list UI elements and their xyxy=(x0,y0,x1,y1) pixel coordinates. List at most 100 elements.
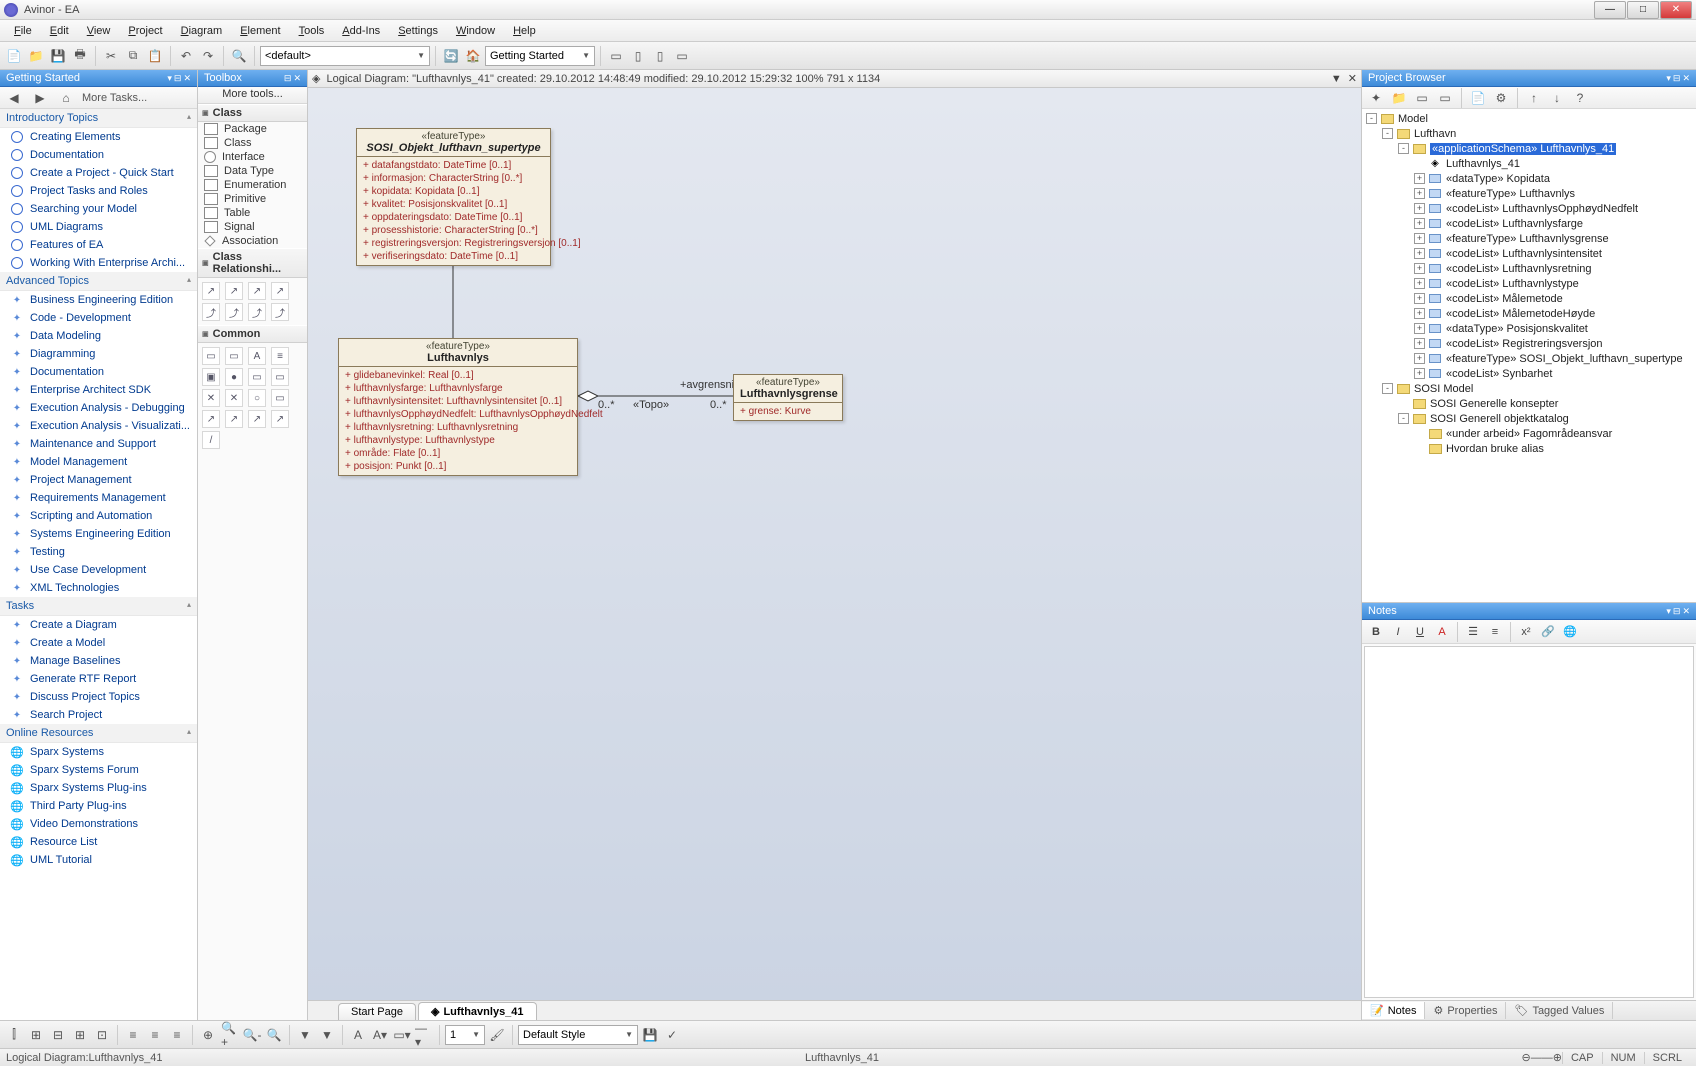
tree-node[interactable]: +«codeList» Synbarhet xyxy=(1362,366,1696,381)
gs-item[interactable]: Code - Development xyxy=(0,309,197,327)
home-icon[interactable]: 🏠 xyxy=(463,46,483,66)
section-introductory-topics[interactable]: Introductory Topics▴ xyxy=(0,109,197,128)
redo-icon[interactable]: ↷ xyxy=(198,46,218,66)
pb-gear-icon[interactable]: ⚙ xyxy=(1491,88,1511,108)
tree-expander-icon[interactable]: + xyxy=(1414,338,1425,349)
tb-common-section[interactable]: ▣Common xyxy=(198,325,307,343)
bt-zoomout-icon[interactable]: 🔍- xyxy=(242,1025,262,1045)
toolbox-interface[interactable]: Interface xyxy=(198,150,307,164)
gs-item[interactable]: XML Technologies xyxy=(0,579,197,597)
gs-item[interactable]: UML Tutorial xyxy=(0,851,197,869)
gs-item[interactable]: Manage Baselines xyxy=(0,652,197,670)
window-icon[interactable]: ▭ xyxy=(606,46,626,66)
pb-pin-icon[interactable]: ▾ xyxy=(1666,73,1671,84)
pb-min-icon[interactable]: ⊟ xyxy=(1673,73,1681,84)
tree-node[interactable]: +«featureType» SOSI_Objekt_lufthavn_supe… xyxy=(1362,351,1696,366)
c4-icon[interactable]: ≡ xyxy=(271,347,289,365)
back-icon[interactable]: ◀ xyxy=(4,88,24,108)
diag-close-icon[interactable]: ✕ xyxy=(1348,72,1357,85)
c14-icon[interactable]: ↗ xyxy=(225,410,243,428)
gs-item[interactable]: Features of EA xyxy=(0,236,197,254)
tree-expander-icon[interactable]: - xyxy=(1382,128,1393,139)
bt-save-icon[interactable]: 💾 xyxy=(640,1025,660,1045)
fwd-icon[interactable]: ▶ xyxy=(30,88,50,108)
pb-close-icon[interactable]: ✕ xyxy=(1682,73,1690,84)
underline-icon[interactable]: U xyxy=(1410,623,1430,641)
tree-expander-icon[interactable]: + xyxy=(1414,353,1425,364)
tree-node[interactable]: -«applicationSchema» Lufthavnlys_41 xyxy=(1362,141,1696,156)
uml-class-supertype[interactable]: «featureType» SOSI_Objekt_lufthavn_super… xyxy=(356,128,551,266)
gs-item[interactable]: Project Management xyxy=(0,471,197,489)
tree-node[interactable]: «under arbeid» Fagområdeansvar xyxy=(1362,426,1696,441)
tree-node[interactable]: +«dataType» Posisjonskvalitet xyxy=(1362,321,1696,336)
c9-icon[interactable]: ✕ xyxy=(202,389,220,407)
gs-item[interactable]: Execution Analysis - Visualizati... xyxy=(0,417,197,435)
menu-settings[interactable]: Settings xyxy=(390,23,446,39)
bt-apply-icon[interactable]: ✓ xyxy=(662,1025,682,1045)
c13-icon[interactable]: ↗ xyxy=(202,410,220,428)
tree-expander-icon[interactable]: - xyxy=(1366,113,1377,124)
tree-node[interactable]: +«codeList» MålemetodeHøyde xyxy=(1362,306,1696,321)
pb-doc-icon[interactable]: 📄 xyxy=(1468,88,1488,108)
gs-item[interactable]: Execution Analysis - Debugging xyxy=(0,399,197,417)
tree-node[interactable]: +«codeList» LufthavnlysOpphøydNedfelt xyxy=(1362,201,1696,216)
line-width-dropdown[interactable]: 1▼ xyxy=(445,1025,485,1045)
pb-help-icon[interactable]: ? xyxy=(1570,88,1590,108)
gs-item[interactable]: Searching your Model xyxy=(0,200,197,218)
new-icon[interactable]: 📄 xyxy=(4,46,24,66)
gs-item[interactable]: Documentation xyxy=(0,146,197,164)
section-advanced-topics[interactable]: Advanced Topics▴ xyxy=(0,272,197,291)
gs-item[interactable]: Enterprise Architect SDK xyxy=(0,381,197,399)
c2-icon[interactable]: ▭ xyxy=(225,347,243,365)
c3-icon[interactable]: A xyxy=(248,347,266,365)
tree-node[interactable]: Hvordan bruke alias xyxy=(1362,441,1696,456)
c7-icon[interactable]: ▭ xyxy=(248,368,266,386)
rel-arrow3-icon[interactable]: ↗ xyxy=(248,282,266,300)
nt-close-icon[interactable]: ✕ xyxy=(1682,606,1690,617)
notes-textarea[interactable] xyxy=(1364,646,1694,998)
toolbox-primitive[interactable]: Primitive xyxy=(198,192,307,206)
tab-tagged-values[interactable]: 🏷Tagged Values xyxy=(1506,1002,1613,1019)
tab-properties[interactable]: ⚙Properties xyxy=(1425,1002,1506,1019)
copy-icon[interactable]: ⧉ xyxy=(123,46,143,66)
toolbox-data-type[interactable]: Data Type xyxy=(198,164,307,178)
tab-current-diagram[interactable]: ◈Lufthavnlys_41 xyxy=(418,1002,537,1020)
menu-view[interactable]: View xyxy=(79,23,119,39)
tree-node[interactable]: +«codeList» Lufthavnlysretning xyxy=(1362,261,1696,276)
diagram-canvas[interactable]: 0..* 0..* +avgrensning «Topo» «featureTy… xyxy=(308,88,1361,1000)
tree-node[interactable]: +«codeList» Lufthavnlysfarge xyxy=(1362,216,1696,231)
c11-icon[interactable]: ○ xyxy=(248,389,266,407)
tree-expander-icon[interactable]: - xyxy=(1398,413,1409,424)
home2-icon[interactable]: ⌂ xyxy=(56,88,76,108)
project-tree[interactable]: -Model-Lufthavn-«applicationSchema» Luft… xyxy=(1362,109,1696,603)
search-icon[interactable]: 🔍 xyxy=(229,46,249,66)
tree-expander-icon[interactable]: + xyxy=(1414,368,1425,379)
list-icon[interactable]: ☰ xyxy=(1463,623,1483,641)
gs-item[interactable]: Create a Project - Quick Start xyxy=(0,164,197,182)
close-button[interactable]: ✕ xyxy=(1660,1,1692,19)
rel-arrow7-icon[interactable]: ⤴ xyxy=(248,303,266,321)
gs-item[interactable]: Generate RTF Report xyxy=(0,670,197,688)
pb-diag-icon[interactable]: ▭ xyxy=(1412,88,1432,108)
c10-icon[interactable]: ✕ xyxy=(225,389,243,407)
pin-icon[interactable]: ▾ xyxy=(167,73,172,84)
tree-expander-icon[interactable]: + xyxy=(1414,323,1425,334)
bt-fillcolor-icon[interactable]: ▭▾ xyxy=(392,1025,412,1045)
zoom-slider-icon[interactable]: ⊖——⊕ xyxy=(1522,1051,1562,1064)
tree-node[interactable]: SOSI Generelle konsepter xyxy=(1362,396,1696,411)
toolbox-signal[interactable]: Signal xyxy=(198,220,307,234)
gs-item[interactable]: Project Tasks and Roles xyxy=(0,182,197,200)
gs-item[interactable]: Diagramming xyxy=(0,345,197,363)
more-tools-link[interactable]: More tools... xyxy=(198,87,307,104)
gs-item[interactable]: Create a Diagram xyxy=(0,616,197,634)
gs-item[interactable]: Video Demonstrations xyxy=(0,815,197,833)
rel-arrow6-icon[interactable]: ⤴ xyxy=(225,303,243,321)
bt-align1-icon[interactable]: ≡ xyxy=(123,1025,143,1045)
close-panel-icon[interactable]: ✕ xyxy=(183,73,191,84)
tree-expander-icon[interactable]: + xyxy=(1414,263,1425,274)
window4-icon[interactable]: ▭ xyxy=(672,46,692,66)
quick-dropdown[interactable]: Getting Started ▼ xyxy=(485,46,595,66)
gs-item[interactable]: Create a Model xyxy=(0,634,197,652)
bt-zoom100-icon[interactable]: 🔍 xyxy=(264,1025,284,1045)
gs-item[interactable]: Data Modeling xyxy=(0,327,197,345)
